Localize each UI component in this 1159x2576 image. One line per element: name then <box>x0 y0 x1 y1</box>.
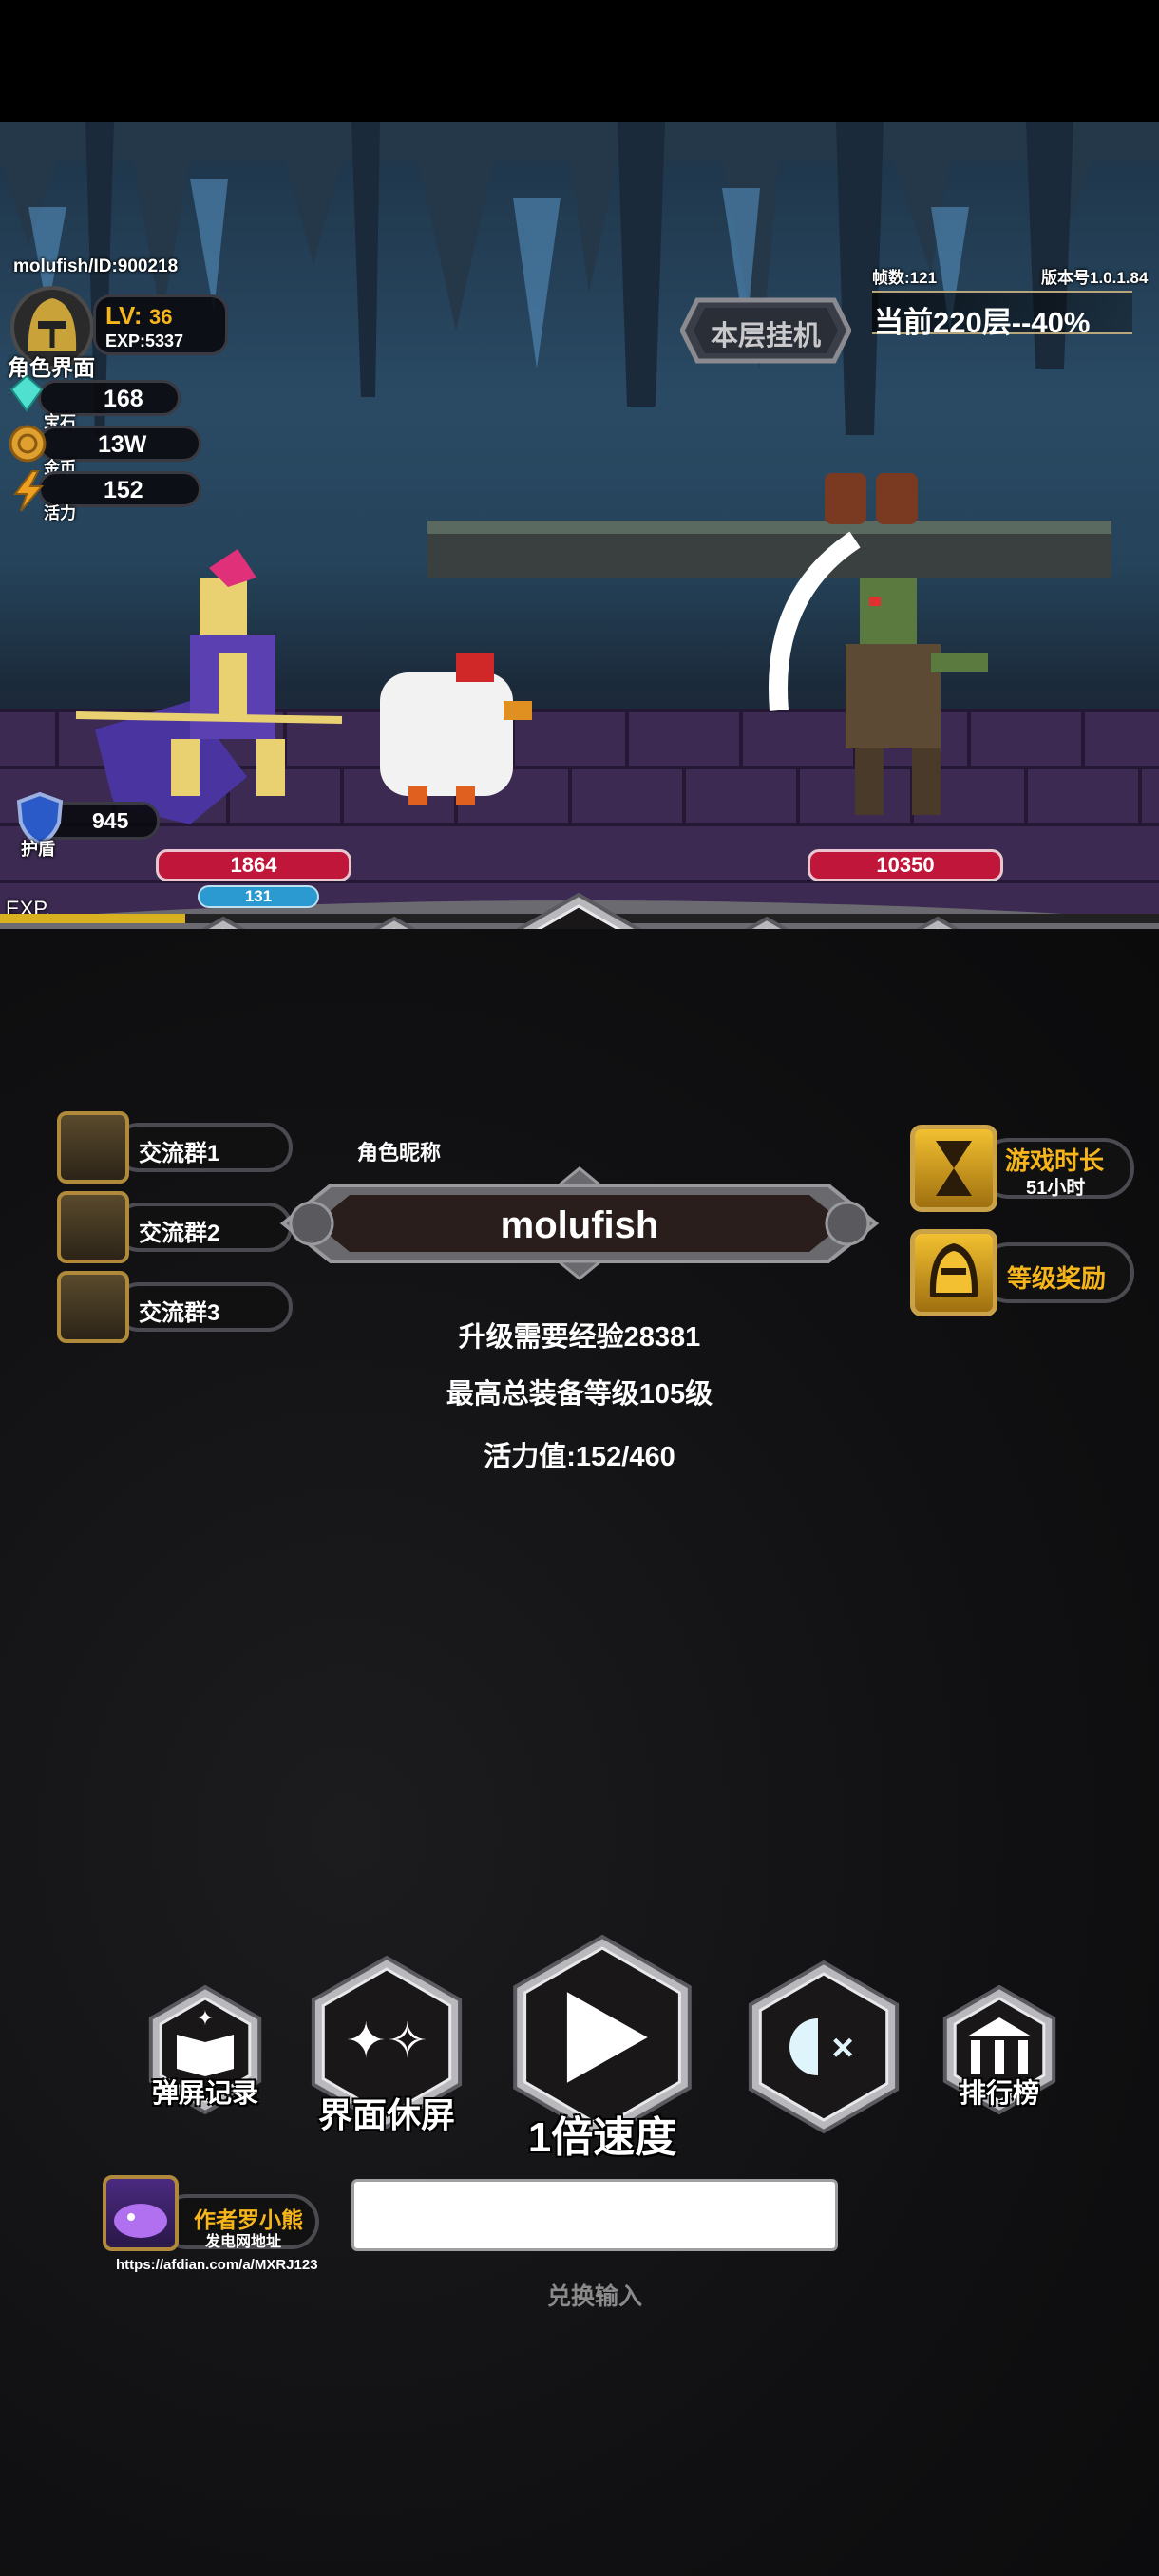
coin-icon <box>9 425 47 463</box>
shield-label: 护盾 <box>21 840 55 859</box>
vitality-text: 活力值:152/460 <box>484 1442 675 1472</box>
floor-status-panel: 当前220层--40% <box>872 291 1132 339</box>
max-equip-text: 最高总装备等级105级 <box>446 1379 713 1410</box>
group-2-label: 交流群2 <box>139 1221 220 1246</box>
author-portrait-icon <box>103 2175 179 2251</box>
knight-portrait-icon <box>57 1191 129 1263</box>
battle-scene: molufish/ID:900218 角色界面 LV: 36 EXP:5337 … <box>0 122 1159 929</box>
idle-floor-button[interactable]: 本层挂机 <box>679 296 852 365</box>
author-url: https://afdian.com/a/MXRJ123 <box>116 2257 318 2273</box>
character-panel: 交流群1 交流群2 交流群3 角色昵称 molufish 游戏时长 51小时 等… <box>0 929 1159 2576</box>
coin-value: 13W <box>98 431 147 458</box>
status-bar-area <box>0 0 1159 122</box>
level-reward-button[interactable]: 等级奖励 <box>910 1229 1134 1316</box>
group-1-button[interactable]: 交流群1 <box>57 1111 293 1184</box>
player-hp-bar: 1864 <box>156 849 352 881</box>
version-label: 版本号1.0.1.84 <box>1041 269 1149 287</box>
redeem-label: 兑换输入 <box>546 2283 642 2310</box>
redeem-input[interactable] <box>352 2179 838 2251</box>
play-time-button[interactable]: 游戏时长 51小时 <box>910 1125 1134 1212</box>
level-reward-label: 等级奖励 <box>1007 1264 1107 1293</box>
bottom-menu-label: 1倍速度 <box>527 2114 677 2161</box>
nickname-plate[interactable]: molufish <box>274 1157 885 1290</box>
golden-helmet-icon <box>910 1229 998 1316</box>
knight-portrait-icon <box>57 1111 129 1184</box>
bottom-menu-button-2[interactable]: ✦✧ 界面休屏 <box>298 1947 475 2137</box>
nickname-value: molufish <box>500 1204 659 1246</box>
level-value: 36 <box>149 305 173 329</box>
upgrade-exp-text: 升级需要经验28381 <box>458 1322 701 1353</box>
cave-background <box>0 122 1159 929</box>
bottom-menu-button-1[interactable]: ✦ 弹屏记录 <box>139 1976 272 2124</box>
player-id: molufish/ID:900218 <box>13 256 179 276</box>
bottom-menu-button-4[interactable]: × <box>735 1947 912 2147</box>
bottom-menu-label: 界面休屏 <box>317 2095 455 2134</box>
bottom-menu-label: 弹屏记录 <box>151 2078 258 2108</box>
group-1-label: 交流群1 <box>139 1141 220 1166</box>
hourglass-icon <box>910 1125 998 1212</box>
play-time-value: 51小时 <box>1026 1178 1086 1199</box>
bottom-menu-button-5[interactable]: 排行榜 <box>933 1976 1066 2124</box>
gem-value: 168 <box>104 386 143 412</box>
exp-value: EXP:5337 <box>105 331 184 350</box>
floor-status: 当前220层--40% <box>874 306 1091 339</box>
lightning-icon <box>13 470 45 512</box>
svg-text:×: × <box>831 2027 853 2069</box>
fps-counter: 帧数:121 <box>872 269 938 287</box>
bottom-menu-label: 排行榜 <box>959 2078 1039 2108</box>
idle-floor-label: 本层挂机 <box>710 321 821 351</box>
level-label: LV: <box>105 301 142 330</box>
gem-icon <box>10 374 44 412</box>
svg-text:✦: ✦ <box>197 2006 214 2030</box>
svg-text:✦✧: ✦✧ <box>345 2014 428 2069</box>
author-sub: 发电网地址 <box>205 2234 282 2250</box>
player-mp-bar: 131 <box>198 885 319 908</box>
level-panel: LV: 36 EXP:5337 <box>93 294 228 355</box>
enemy-hp-bar: 10350 <box>808 849 1003 881</box>
bottom-menu-button-3[interactable]: 1倍速度 <box>498 1919 707 2161</box>
vitality-label: 活力 <box>44 504 76 522</box>
group-2-button[interactable]: 交流群2 <box>57 1191 293 1263</box>
vitality-value: 152 <box>104 477 143 503</box>
shield-value: 945 <box>92 808 129 833</box>
author-link-button[interactable]: 作者罗小熊 发电网地址 https://afdian.com/a/MXRJ123 <box>103 2175 331 2280</box>
